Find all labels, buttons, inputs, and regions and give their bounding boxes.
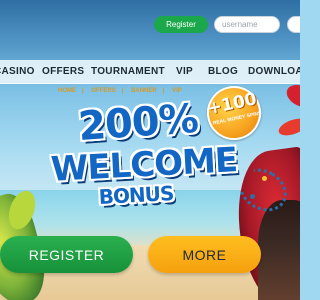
nav-item-offers[interactable]: OFFERS [42,66,84,77]
breadcrumb-item-offers[interactable]: OFFERS [91,88,115,94]
nav-item-download[interactable]: DOWNLOAD [248,66,300,77]
register-cta-button[interactable]: REGISTER [0,236,133,273]
nav-item-tournament[interactable]: TOURNAMENT [91,66,165,77]
nav-item-blog[interactable]: BLOG [208,66,238,77]
breadcrumb-separator: | [162,88,165,94]
breadcrumb-separator: | [121,88,124,94]
breadcrumb-item-vip[interactable]: VIP [172,88,182,94]
promo-page: Register CASINO OFFERS TOURNAMENT VIP BL… [0,0,300,300]
breadcrumb-item-home[interactable]: HOME [58,88,76,94]
top-bar: Register [0,0,300,60]
breadcrumb-separator: | [82,88,84,94]
register-button[interactable]: Register [154,16,208,33]
more-cta-button[interactable]: MORE [148,236,261,273]
nav-item-casino[interactable]: CASINO [0,66,35,77]
main-nav: CASINO OFFERS TOURNAMENT VIP BLOG DOWNLO… [0,60,300,84]
breadcrumb-item-banner[interactable]: BANNER [131,88,157,94]
password-input[interactable] [287,16,300,33]
username-input[interactable] [214,16,280,33]
nav-item-vip[interactable]: VIP [176,66,193,77]
